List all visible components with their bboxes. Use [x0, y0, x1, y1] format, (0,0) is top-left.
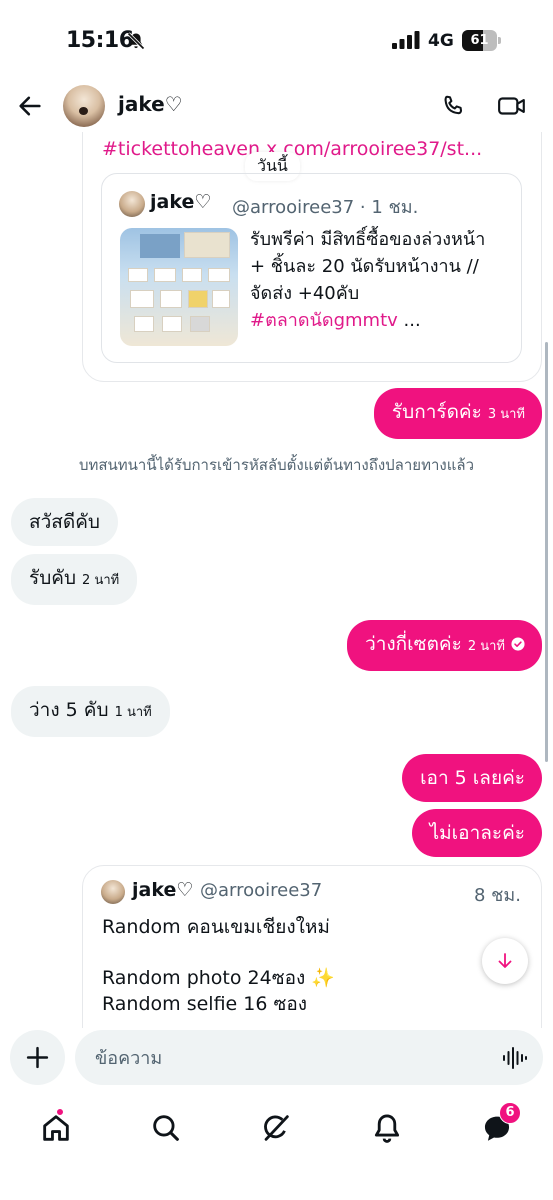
message-time: 2 นาที: [467, 639, 505, 654]
tab-messages[interactable]: 6: [477, 1102, 521, 1148]
message-bubble-outgoing[interactable]: ว่างกี่เซตค่ะ 2 นาที: [347, 620, 542, 671]
read-check-icon: [511, 637, 525, 651]
back-arrow-icon[interactable]: [16, 92, 44, 120]
quoted-post-line: จัดส่ง +40คับ: [250, 283, 360, 304]
quoted-post-line: รับพรีค่า มีสิทธิ์ซื้อของล่วงหน้า: [250, 229, 486, 250]
signal-icon: [392, 31, 420, 49]
shared-post-handle: @arrooiree37: [200, 880, 323, 901]
shared-post-line: Random selfie 16 ซอง: [102, 993, 308, 1015]
quoted-post-line: + ชิ้นละ 20 นัดรับหน้างาน //: [250, 256, 479, 277]
composer: [0, 1028, 553, 1088]
chat-header: jake♡: [0, 80, 553, 132]
message-time: 3 นาที: [487, 407, 525, 422]
message-bubble-incoming[interactable]: สวัสดีคับ: [11, 498, 118, 546]
attach-button[interactable]: [10, 1030, 65, 1085]
status-time: 15:16: [66, 28, 134, 53]
grok-icon: [264, 1115, 289, 1141]
message-time: 1 นาที: [114, 705, 152, 720]
message-text: ว่าง 5 คับ: [29, 699, 109, 721]
tab-notifications[interactable]: [367, 1108, 407, 1148]
shared-post-line: Random คอนเขมเชียงใหม่: [102, 916, 330, 938]
message-list[interactable]: #tickettoheaven x.com/arrooiree37/st... …: [0, 132, 553, 1028]
contact-name[interactable]: jake♡: [118, 92, 183, 116]
hashtag-link[interactable]: #ตลาดนัดgmmtv: [250, 310, 398, 331]
message-text: รับการ์ดค่ะ: [391, 401, 482, 423]
tab-home[interactable]: [36, 1108, 76, 1148]
network-label: 4G: [428, 31, 454, 51]
battery-level: 61: [470, 33, 489, 48]
bell-off-icon: [127, 32, 145, 50]
message-bubble-outgoing[interactable]: ไม่เอาละค่ะ: [411, 809, 542, 857]
tab-search[interactable]: [146, 1108, 186, 1148]
quoted-post-image[interactable]: [120, 228, 238, 346]
quoted-post-avatar: [119, 191, 145, 217]
bell-icon: [374, 1114, 400, 1143]
tab-grok[interactable]: [256, 1108, 296, 1148]
message-text: เอา 5 เลยค่ะ: [420, 767, 525, 789]
home-notification-dot: [56, 1108, 64, 1116]
message-input[interactable]: [95, 1044, 475, 1072]
encryption-notice: บทสนทนานี้ได้รับการเข้ารหัสลับตั้งแต่ต้น…: [78, 456, 475, 474]
battery-icon: 61: [462, 30, 502, 51]
shared-post-avatar: [101, 880, 125, 904]
message-time: 2 นาที: [82, 573, 120, 588]
shared-post-time: 8 ชม.: [474, 885, 521, 906]
message-text: สวัสดีคับ: [29, 511, 100, 533]
message-field[interactable]: [75, 1030, 543, 1085]
message-bubble-incoming[interactable]: ว่าง 5 คับ 1 นาที: [11, 686, 170, 737]
phone-icon[interactable]: [440, 93, 466, 119]
message-text: ไม่เอาละค่ะ: [429, 822, 525, 844]
voice-message-icon[interactable]: [501, 1045, 527, 1071]
shared-post-link[interactable]: #tickettoheaven x.com/arrooiree37/st...: [102, 138, 522, 160]
message-bubble-outgoing[interactable]: รับการ์ดค่ะ 3 นาที: [373, 388, 542, 439]
quoted-post-meta: @arrooiree37 · 1 ชม.: [232, 197, 419, 218]
status-bar: 15:16 4G 61: [0, 0, 553, 80]
scrollbar[interactable]: [545, 342, 548, 762]
message-text: รับคับ: [29, 567, 77, 589]
message-bubble-incoming[interactable]: รับคับ 2 นาที: [11, 554, 138, 605]
home-indicator: [138, 1183, 415, 1189]
truncation-ellipsis: ...: [397, 310, 421, 331]
search-icon: [153, 1115, 179, 1141]
scroll-to-bottom-button[interactable]: [482, 938, 528, 984]
quoted-post-author: jake♡: [150, 191, 212, 213]
quoted-post-text: รับพรีค่า มีสิทธิ์ซื้อของล่วงหน้า + ชิ้น…: [250, 226, 512, 334]
plus-icon: [26, 1046, 49, 1069]
home-icon: [43, 1115, 69, 1141]
arrow-down-icon: [498, 953, 512, 968]
messages-badge: 6: [499, 1102, 521, 1124]
message-bubble-outgoing[interactable]: เอา 5 เลยค่ะ: [402, 754, 542, 802]
video-call-icon[interactable]: [497, 93, 527, 119]
shared-post-author: jake♡: [132, 879, 194, 901]
message-text: ว่างกี่เซตค่ะ: [365, 633, 462, 655]
avatar[interactable]: [63, 85, 105, 127]
quoted-post[interactable]: jake♡ @arrooiree37 · 1 ชม. รับพรีค่า มีส…: [101, 173, 522, 363]
tab-bar: 6: [0, 1100, 553, 1156]
